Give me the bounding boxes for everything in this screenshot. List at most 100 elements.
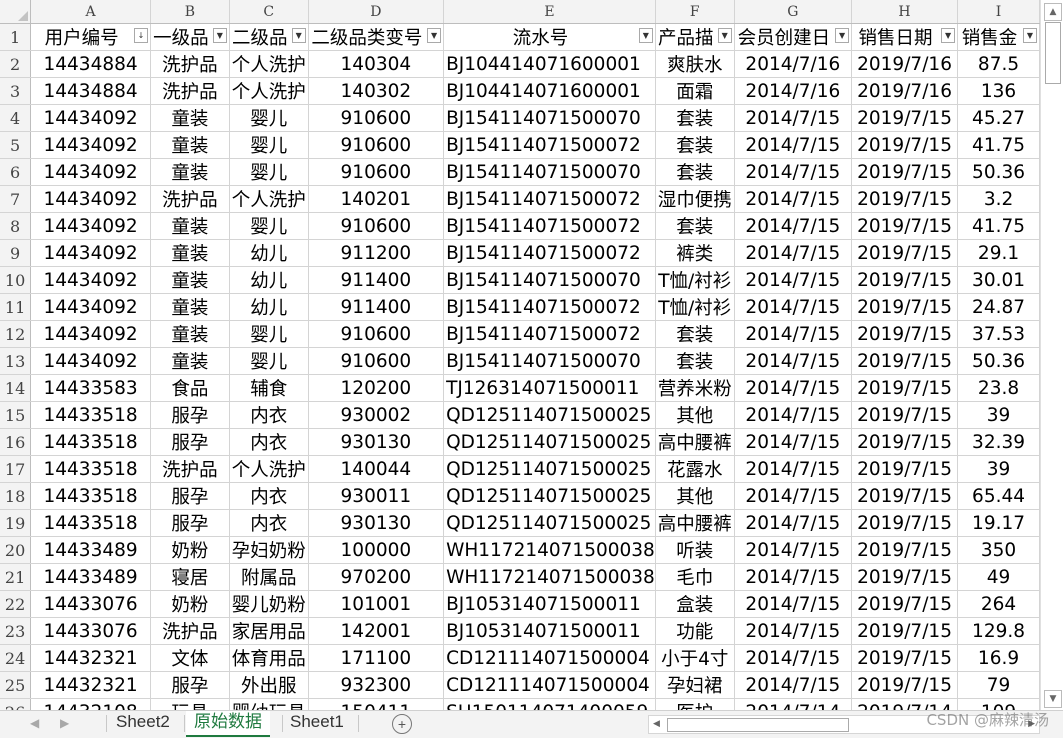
table-cell[interactable]: 910600 bbox=[308, 347, 445, 375]
table-cell[interactable]: 个人洗护 bbox=[229, 50, 309, 78]
table-cell[interactable]: 150411 bbox=[308, 698, 445, 710]
table-cell[interactable]: SH150114071400059 bbox=[443, 698, 656, 710]
table-cell[interactable]: QD125114071500025 bbox=[443, 509, 656, 537]
table-cell[interactable]: 童装 bbox=[150, 239, 230, 267]
table-cell[interactable]: 2014/7/15 bbox=[734, 293, 853, 321]
table-cell[interactable]: 2014/7/15 bbox=[734, 563, 853, 591]
table-cell[interactable]: 食品 bbox=[150, 374, 230, 402]
table-cell[interactable]: 2014/7/15 bbox=[734, 266, 853, 294]
table-cell[interactable]: 2014/7/15 bbox=[734, 455, 853, 483]
row-header[interactable]: 23 bbox=[0, 617, 32, 645]
table-cell[interactable]: 洗护品 bbox=[150, 455, 230, 483]
table-cell[interactable]: 服孕 bbox=[150, 401, 230, 429]
select-all-corner[interactable] bbox=[0, 0, 32, 24]
table-cell[interactable]: 婴儿 bbox=[229, 158, 309, 186]
table-cell[interactable]: 幼儿 bbox=[229, 293, 309, 321]
table-cell[interactable]: 2019/7/15 bbox=[851, 374, 959, 402]
table-cell[interactable]: 2019/7/15 bbox=[851, 347, 959, 375]
table-cell[interactable]: 附属品 bbox=[229, 563, 309, 591]
table-cell[interactable]: 932300 bbox=[308, 671, 445, 699]
table-cell[interactable]: 14434092 bbox=[30, 158, 151, 186]
row-header[interactable]: 13 bbox=[0, 347, 32, 375]
table-cell[interactable]: BJ154114071500072 bbox=[443, 320, 656, 348]
header-cell[interactable]: 销售金 ▼ bbox=[957, 23, 1040, 51]
table-cell[interactable]: 婴儿 bbox=[229, 347, 309, 375]
table-cell[interactable]: BJ154114071500072 bbox=[443, 212, 656, 240]
table-cell[interactable]: 套装 bbox=[655, 320, 735, 348]
table-cell[interactable]: 30.01 bbox=[957, 266, 1040, 294]
table-cell[interactable]: 910600 bbox=[308, 158, 445, 186]
table-cell[interactable]: BJ154114071500072 bbox=[443, 185, 656, 213]
table-cell[interactable]: 2014/7/15 bbox=[734, 482, 853, 510]
table-cell[interactable]: 50.36 bbox=[957, 347, 1040, 375]
table-cell[interactable]: 930002 bbox=[308, 401, 445, 429]
table-cell[interactable]: 911400 bbox=[308, 266, 445, 294]
vertical-scroll-thumb[interactable] bbox=[1045, 22, 1061, 84]
table-cell[interactable]: 外出服 bbox=[229, 671, 309, 699]
tab-nav-prev-icon[interactable]: ◀ bbox=[30, 716, 39, 730]
filter-dropdown-button[interactable]: ▼ bbox=[212, 28, 227, 43]
table-cell[interactable]: 个人洗护 bbox=[229, 455, 309, 483]
tab-original-data[interactable]: 原始数据 bbox=[186, 711, 270, 737]
table-cell[interactable]: 文体 bbox=[150, 644, 230, 672]
table-cell[interactable]: BJ105314071500011 bbox=[443, 590, 656, 618]
table-cell[interactable]: 14434092 bbox=[30, 185, 151, 213]
table-cell[interactable]: 3.2 bbox=[957, 185, 1040, 213]
table-cell[interactable]: 2019/7/15 bbox=[851, 131, 959, 159]
row-header[interactable]: 2 bbox=[0, 50, 32, 78]
table-cell[interactable]: 24.87 bbox=[957, 293, 1040, 321]
table-cell[interactable]: QD125114071500025 bbox=[443, 455, 656, 483]
table-cell[interactable]: 79 bbox=[957, 671, 1040, 699]
table-cell[interactable]: 910600 bbox=[308, 104, 445, 132]
table-cell[interactable]: 奶粉 bbox=[150, 536, 230, 564]
table-cell[interactable]: 童装 bbox=[150, 158, 230, 186]
row-header[interactable]: 21 bbox=[0, 563, 32, 591]
row-header[interactable]: 18 bbox=[0, 482, 32, 510]
column-header[interactable]: I bbox=[957, 0, 1040, 24]
table-cell[interactable]: 171100 bbox=[308, 644, 445, 672]
table-cell[interactable]: 幼儿 bbox=[229, 266, 309, 294]
row-header[interactable]: 1 bbox=[0, 23, 32, 51]
table-cell[interactable]: 2019/7/15 bbox=[851, 590, 959, 618]
horizontal-scroll-thumb[interactable] bbox=[667, 718, 849, 732]
table-cell[interactable]: BJ154114071500070 bbox=[443, 347, 656, 375]
table-cell[interactable]: 50.36 bbox=[957, 158, 1040, 186]
table-cell[interactable]: 14433518 bbox=[30, 428, 151, 456]
table-cell[interactable]: 辅食 bbox=[229, 374, 309, 402]
table-cell[interactable]: 洗护品 bbox=[150, 77, 230, 105]
table-cell[interactable]: 970200 bbox=[308, 563, 445, 591]
spreadsheet-grid[interactable]: ABCDEFGHI 1 用户编号 ↓ 一级品 ▼ 二级品 ▼ 二级品类变号 ▼ 流水号 ▼ 产品描 ▼… bbox=[0, 0, 1040, 710]
table-cell[interactable]: 内衣 bbox=[229, 401, 309, 429]
table-cell[interactable]: 2019/7/15 bbox=[851, 212, 959, 240]
filter-dropdown-button[interactable]: ▼ bbox=[1023, 28, 1037, 43]
table-cell[interactable]: 14434092 bbox=[30, 104, 151, 132]
filter-dropdown-button[interactable]: ▼ bbox=[427, 28, 442, 43]
table-cell[interactable]: 2019/7/15 bbox=[851, 428, 959, 456]
table-cell[interactable]: 65.44 bbox=[957, 482, 1040, 510]
table-cell[interactable]: 37.53 bbox=[957, 320, 1040, 348]
table-cell[interactable]: WH117214071500038 bbox=[443, 536, 656, 564]
tab-sheet1[interactable]: Sheet1 bbox=[282, 711, 352, 735]
sort-filter-button[interactable]: ↓ bbox=[134, 28, 148, 43]
table-cell[interactable]: 爽肤水 bbox=[655, 50, 735, 78]
table-cell[interactable]: T恤/衬衫 bbox=[655, 266, 735, 294]
table-cell[interactable]: 毛巾 bbox=[655, 563, 735, 591]
scroll-up-button[interactable]: ▲ bbox=[1044, 3, 1062, 21]
header-cell[interactable]: 会员创建日 ▼ bbox=[734, 23, 853, 51]
table-cell[interactable]: 服孕 bbox=[150, 482, 230, 510]
table-cell[interactable]: 2014/7/15 bbox=[734, 536, 853, 564]
table-cell[interactable]: 2014/7/15 bbox=[734, 185, 853, 213]
table-cell[interactable]: 湿巾便携 bbox=[655, 185, 735, 213]
table-cell[interactable]: 2014/7/15 bbox=[734, 104, 853, 132]
header-cell[interactable]: 产品描 ▼ bbox=[655, 23, 735, 51]
table-cell[interactable]: 14432321 bbox=[30, 671, 151, 699]
table-cell[interactable]: 婴幼玩具 bbox=[229, 698, 309, 710]
table-cell[interactable]: 101001 bbox=[308, 590, 445, 618]
table-cell[interactable]: 童装 bbox=[150, 131, 230, 159]
table-cell[interactable]: BJ154114071500072 bbox=[443, 239, 656, 267]
table-cell[interactable]: 家居用品 bbox=[229, 617, 309, 645]
table-cell[interactable]: 服孕 bbox=[150, 428, 230, 456]
table-cell[interactable]: 体育用品 bbox=[229, 644, 309, 672]
row-header[interactable]: 9 bbox=[0, 239, 32, 267]
column-header[interactable]: E bbox=[443, 0, 656, 24]
